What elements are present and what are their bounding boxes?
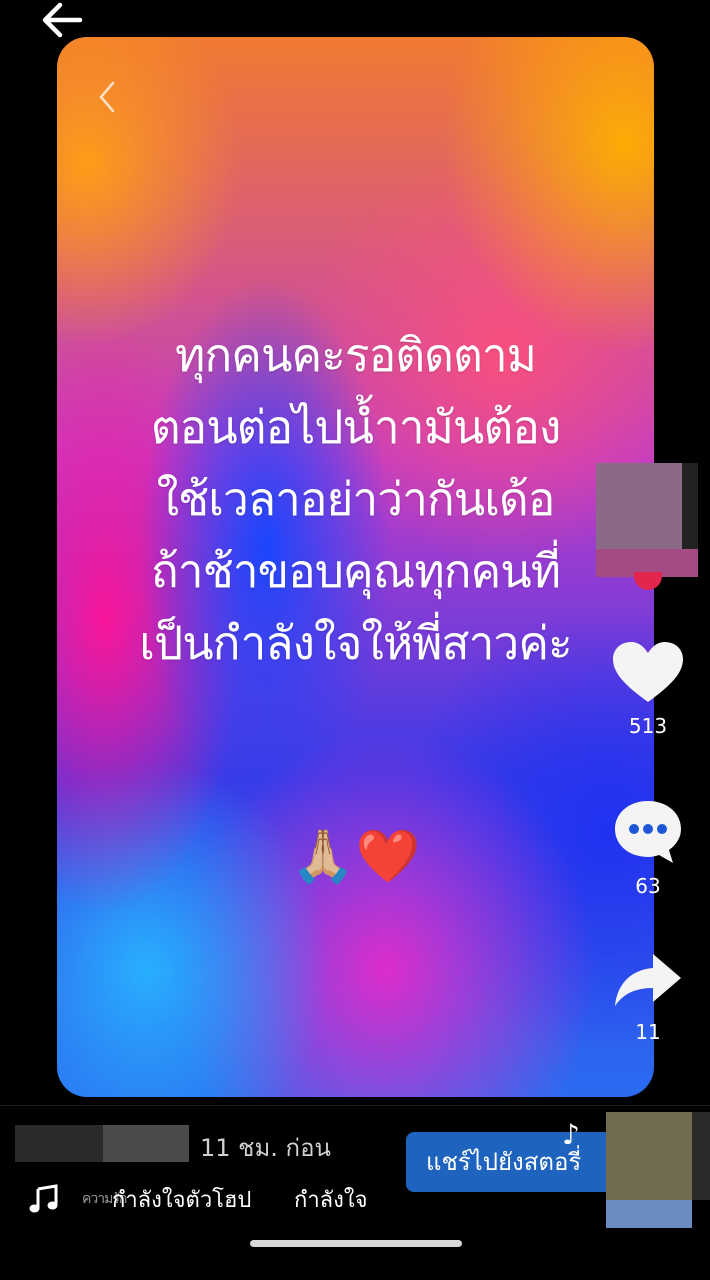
edge-strip	[692, 1112, 710, 1200]
message-line: ตอนต่อไปน้ำามันต้อง	[150, 400, 562, 454]
post-message: ทุกคนคะรอติดตาม ตอนต่อไปน้ำามันต้อง ใช้เ…	[57, 319, 654, 679]
message-line: เป็นกำลังใจให้พี่สาวค่ะ	[139, 616, 572, 670]
home-indicator[interactable]	[250, 1240, 462, 1247]
heart-icon	[613, 642, 683, 702]
music-disc-strip	[606, 1200, 692, 1228]
card-back-chevron-icon[interactable]	[95, 79, 119, 115]
music-note-icon: ♪	[562, 1118, 580, 1151]
share-arrow-icon	[615, 954, 681, 1006]
comment-count: 63	[635, 874, 661, 898]
share-count: 11	[635, 1020, 661, 1044]
username-redacted-part	[103, 1125, 189, 1162]
heart-emoji: ❤️	[355, 827, 421, 887]
share-button[interactable]: 11	[598, 950, 698, 1044]
avatar-shadow	[682, 463, 698, 549]
creator-avatar[interactable]	[596, 463, 698, 577]
comment-button[interactable]: 63	[598, 798, 698, 898]
divider	[0, 1105, 710, 1106]
emoji-row: 🙏🏼❤️	[57, 827, 654, 887]
message-line: ใช้เวลาอย่าว่ากันเด้อ	[156, 472, 556, 526]
music-icon	[29, 1184, 58, 1213]
praying-hands-emoji: 🙏🏼	[290, 827, 356, 887]
music-tag: กำลังใจ	[294, 1188, 368, 1213]
back-arrow-icon[interactable]	[40, 0, 84, 40]
post-card: ทุกคนคะรอติดตาม ตอนต่อไปน้ำามันต้อง ใช้เ…	[57, 37, 654, 1097]
like-count: 513	[628, 714, 668, 738]
username-redacted[interactable]	[15, 1125, 189, 1162]
share-to-story-button[interactable]: แชร์ไปยังสตอรี่	[406, 1132, 616, 1192]
message-line: ถ้าช้าขอบคุณทุกคนที่	[150, 544, 561, 598]
post-time: 11 ชม. ก่อน	[200, 1134, 331, 1162]
music-disc[interactable]	[606, 1112, 692, 1228]
message-line: ทุกคนคะรอติดตาม	[175, 328, 537, 382]
music-title: กำลังใจตัวโฮป	[112, 1188, 252, 1213]
comment-bubble-icon	[615, 801, 681, 863]
like-button[interactable]: 513	[598, 640, 698, 738]
